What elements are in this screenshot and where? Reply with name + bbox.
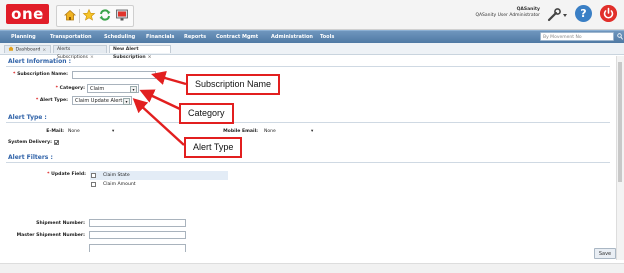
annotation-alert-type: Alert Type [184, 137, 243, 158]
arrow-subscription-name [151, 71, 187, 86]
annotation-arrows [132, 71, 187, 146]
annotation-subscription-name: Subscription Name [186, 74, 281, 95]
scrollbar-thumb[interactable] [618, 62, 622, 182]
save-button[interactable]: Save [594, 248, 616, 259]
arrow-alert-type [132, 98, 185, 146]
vertical-scrollbar[interactable] [616, 56, 624, 260]
arrow-category [139, 89, 181, 111]
annotation-category: Category [179, 103, 234, 124]
